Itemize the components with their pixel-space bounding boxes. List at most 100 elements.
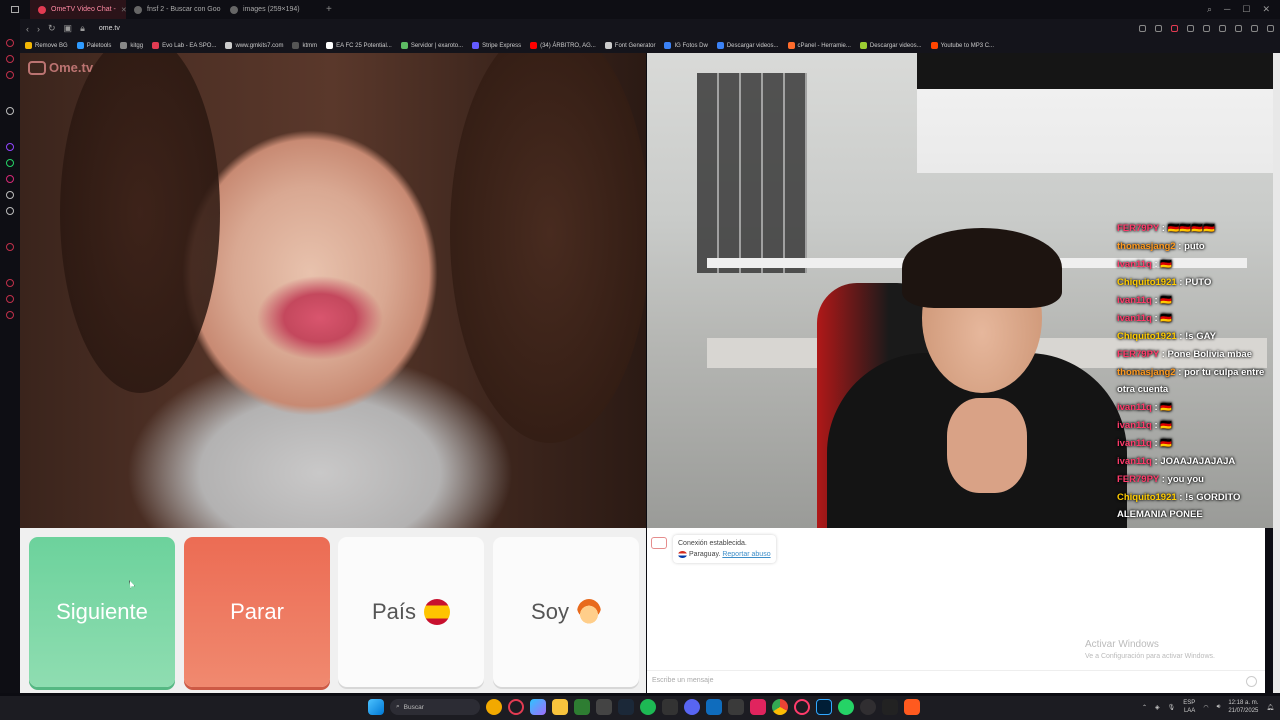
obs-icon[interactable] — [860, 699, 876, 715]
gender-button[interactable]: Soy — [493, 537, 639, 687]
share-icon[interactable] — [1251, 25, 1258, 32]
microphone-icon[interactable]: 🎙︎ — [1168, 704, 1176, 711]
activation-subtitle: Ve a Configuración para activar Windows. — [1085, 653, 1215, 660]
bookmark-item[interactable]: Evo Lab - EA SPO... — [152, 42, 216, 49]
bookmark-favicon-icon — [400, 42, 408, 49]
lock-icon[interactable]: 🔒︎ — [80, 23, 85, 34]
player-icon[interactable] — [6, 71, 14, 79]
copilot-icon[interactable] — [530, 699, 546, 715]
heart-icon[interactable] — [1219, 25, 1226, 32]
camera-permission-icon[interactable]: ▣ — [64, 23, 73, 34]
page-scrollbar[interactable] — [1273, 53, 1280, 693]
x-icon[interactable] — [6, 207, 14, 215]
network-icon[interactable]: ◈ — [1155, 704, 1160, 711]
opera-gx-taskbar-icon[interactable] — [794, 699, 810, 715]
photoshop-icon[interactable] — [816, 699, 832, 715]
bookmark-item[interactable]: Servidor | exaroto... — [400, 42, 463, 49]
taskbar-search[interactable]: ⌕ Buscar — [390, 699, 480, 715]
active-app-icon[interactable] — [904, 699, 920, 715]
volume-icon[interactable]: 🔊︎ — [1217, 704, 1221, 711]
person-hand — [947, 398, 1027, 493]
reload-button[interactable]: ↻ — [48, 23, 56, 34]
steam-icon[interactable] — [618, 699, 634, 715]
country-button[interactable]: País — [338, 537, 484, 687]
new-tab-button[interactable]: + — [318, 4, 340, 15]
tab-toggle-sidebar[interactable] — [0, 0, 30, 19]
bookmark-item[interactable]: Youtube to MP3 C... — [930, 42, 994, 49]
twitch-icon[interactable] — [6, 143, 14, 151]
search-tabs-icon[interactable]: ⌕ — [1207, 4, 1212, 15]
emoji-icon[interactable] — [1246, 676, 1257, 687]
mail-icon[interactable] — [706, 699, 722, 715]
play-icon[interactable] — [1203, 25, 1210, 32]
snapshot-icon[interactable] — [1155, 25, 1162, 32]
chat-username: ivan11q — [1117, 438, 1152, 449]
tiktok-icon[interactable] — [6, 191, 14, 199]
settings-icon[interactable] — [6, 311, 14, 319]
minimize-button[interactable]: ─ — [1224, 4, 1230, 15]
back-button[interactable]: ‹ — [26, 24, 29, 34]
bookmark-item[interactable]: Font Generator — [604, 42, 655, 49]
notifications-icon[interactable]: 🔔︎ — [1266, 704, 1274, 711]
bookmark-label: kitgg — [130, 42, 144, 49]
file-explorer-icon[interactable] — [552, 699, 568, 715]
terminal-icon[interactable] — [596, 699, 612, 715]
menu-icon[interactable] — [1267, 25, 1274, 32]
close-window-button[interactable]: ✕ — [1262, 4, 1270, 15]
downloads-icon[interactable] — [6, 279, 14, 287]
message-input[interactable]: Escribe un mensaje — [647, 670, 1265, 693]
vpn-icon[interactable] — [1187, 25, 1194, 32]
whatsapp-icon[interactable] — [6, 159, 14, 167]
opera-icon[interactable] — [6, 39, 14, 47]
clock[interactable]: 12:18 a. m. 21/07/2025 — [1228, 699, 1258, 715]
bookmark-item[interactable]: Stripe Express — [472, 42, 521, 49]
spotify-icon[interactable] — [640, 699, 656, 715]
gx-icon[interactable] — [6, 55, 14, 63]
url-text[interactable]: ome.tv — [99, 25, 120, 32]
discord-icon[interactable] — [684, 699, 700, 715]
bookmark-item[interactable]: (34) ÁRBITRO, AG... — [530, 42, 596, 49]
chevron-up-icon[interactable]: ⌃ — [1142, 704, 1147, 711]
tab-ometv[interactable]: OmeTV Video Chat - ✕ — [30, 0, 126, 19]
aria-icon[interactable] — [6, 107, 14, 115]
forward-button[interactable]: › — [37, 24, 40, 34]
capcut-desktop-icon[interactable] — [882, 699, 898, 715]
bookmark-favicon-icon — [716, 42, 724, 49]
whatsapp-taskbar-icon[interactable] — [838, 699, 854, 715]
date: 21/07/2025 — [1228, 708, 1259, 714]
chrome-icon[interactable] — [772, 699, 788, 715]
instagram-icon[interactable] — [6, 175, 14, 183]
next-button[interactable]: Siguiente — [29, 537, 175, 687]
opera-taskbar-icon[interactable] — [508, 699, 524, 715]
bookmark-item[interactable]: Paletools — [76, 42, 111, 49]
language-indicator[interactable]: ESP LAA — [1183, 699, 1195, 715]
wallet-icon[interactable] — [1171, 25, 1178, 32]
bookmark-item[interactable]: cPanel - Herramie... — [787, 42, 851, 49]
capcut-icon[interactable] — [750, 699, 766, 715]
bookmark-item[interactable]: Descargar videos... — [716, 42, 779, 49]
bookmark-item[interactable]: Descargar videos... — [859, 42, 922, 49]
wifi-icon[interactable]: ◠ — [1203, 704, 1208, 711]
store-icon[interactable] — [574, 699, 590, 715]
epic-games-icon[interactable] — [662, 699, 678, 715]
history-icon[interactable] — [6, 243, 14, 251]
weather-icon[interactable] — [486, 699, 502, 715]
stop-button[interactable]: Parar — [184, 537, 330, 687]
tab-images[interactable]: images (259×194) — [222, 0, 318, 19]
game-icon[interactable] — [728, 699, 744, 715]
bookmark-item[interactable]: Remove BG — [25, 42, 68, 49]
maximize-button[interactable]: ☐ — [1242, 4, 1250, 15]
tab-google-search[interactable]: fnsf 2 - Buscar con Goo — [126, 0, 222, 19]
bookmark-item[interactable]: EA FC 25 Potential... — [326, 42, 392, 49]
extensions-icon[interactable] — [1235, 25, 1242, 32]
bookmark-item[interactable]: www.gmkits7.com — [225, 42, 283, 49]
extensions-sidebar-icon[interactable] — [6, 295, 14, 303]
windows-activation-watermark: Activar Windows Ve a Configuración para … — [1085, 639, 1215, 663]
report-abuse-link[interactable]: Reportar abuso — [722, 551, 770, 558]
bookmark-item[interactable]: IG Fotos Dw — [664, 42, 708, 49]
bookmark-item[interactable]: ktmm — [292, 42, 317, 49]
bookmark-icon[interactable] — [1139, 25, 1146, 32]
windows-start-icon[interactable] — [368, 699, 384, 715]
bookmark-item[interactable]: kitgg — [120, 42, 143, 49]
bookmark-favicon-icon — [225, 42, 233, 49]
